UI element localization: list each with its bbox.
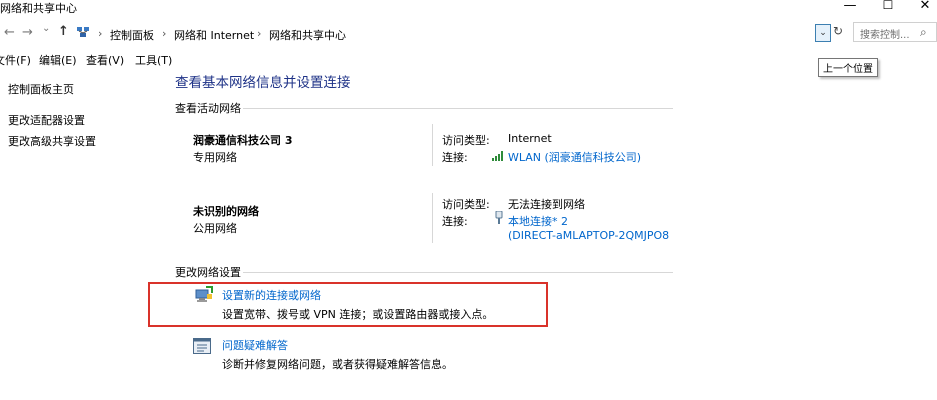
connection-link-wlan[interactable]: WLAN (润豪通信科技公司)	[508, 149, 641, 165]
network-divider	[432, 124, 433, 166]
minimize-button[interactable]: —	[840, 0, 860, 13]
menu-edit[interactable]: 编辑(E)	[39, 52, 77, 68]
up-arrow-icon[interactable]: ↑	[58, 24, 69, 39]
breadcrumb-control-panel[interactable]: 控制面板	[110, 27, 154, 43]
troubleshoot-link[interactable]: 问题疑难解答	[222, 337, 288, 353]
breadcrumb-network-sharing-center[interactable]: 网络和共享中心	[269, 27, 346, 43]
back-tooltip: 上一个位置	[818, 58, 878, 77]
search-icon[interactable]: ⌕	[920, 25, 927, 40]
breadcrumb-network-internet[interactable]: 网络和 Internet	[174, 27, 254, 43]
breadcrumb-separator: ›	[257, 27, 262, 40]
network-type[interactable]: 专用网络	[193, 149, 237, 165]
back-arrow-icon[interactable]: ←	[4, 25, 15, 40]
breadcrumb-separator: ›	[98, 27, 103, 40]
network-name: 未识别的网络	[193, 205, 259, 218]
window-title: 网络和共享中心	[0, 2, 77, 15]
network-type: 公用网络	[193, 222, 237, 235]
sidebar-item-advanced-sharing[interactable]: 更改高级共享设置	[8, 133, 96, 149]
maximize-button[interactable]: ☐	[878, 0, 898, 12]
menu-view[interactable]: 查看(V)	[86, 52, 124, 68]
wifi-signal-icon	[492, 150, 505, 161]
menu-file[interactable]: 文件(F)	[0, 52, 31, 68]
connection-link-local[interactable]: 本地连接* 2	[508, 213, 568, 229]
change-settings-title: 更改网络设置	[175, 266, 241, 279]
search-placeholder: 搜索控制...	[860, 30, 910, 41]
access-type-label: 访问类型:	[442, 134, 490, 147]
access-type-label: 访问类型:	[442, 198, 490, 211]
recent-dropdown-icon[interactable]: ⌄	[42, 23, 50, 34]
forward-arrow-icon[interactable]: →	[22, 25, 33, 40]
address-dropdown-button[interactable]: ⌄	[815, 24, 831, 42]
active-networks-title: 查看活动网络	[175, 102, 241, 115]
connection-label: 连接:	[442, 151, 468, 164]
troubleshoot-desc: 诊断并修复网络问题，或者获得疑难解答信息。	[222, 358, 453, 371]
access-type-value: Internet	[508, 132, 552, 145]
network-name: 润豪通信科技公司 3	[193, 134, 293, 147]
breadcrumb-separator: ›	[162, 27, 167, 40]
menu-tools[interactable]: 工具(T)	[135, 52, 172, 68]
close-button[interactable]: ✕	[915, 0, 935, 13]
connection-label: 连接:	[442, 215, 468, 228]
access-type-value: 无法连接到网络	[508, 198, 585, 211]
connection-link-local-detail[interactable]: (DIRECT-aMLAPTOP-2QMJPO81(	[508, 229, 670, 242]
section-divider	[243, 108, 673, 109]
sidebar-item-adapter-settings[interactable]: 更改适配器设置	[8, 112, 85, 128]
network-divider	[432, 193, 433, 243]
section-divider	[243, 272, 673, 273]
page-title: 查看基本网络信息并设置连接	[175, 75, 351, 91]
network-location-icon	[76, 25, 90, 39]
sidebar-item-control-panel-home[interactable]: 控制面板主页	[8, 81, 74, 97]
refresh-icon[interactable]: ↻	[831, 24, 845, 42]
highlight-box	[148, 282, 548, 327]
ethernet-plug-icon	[494, 210, 504, 225]
troubleshoot-icon[interactable]	[193, 338, 211, 356]
